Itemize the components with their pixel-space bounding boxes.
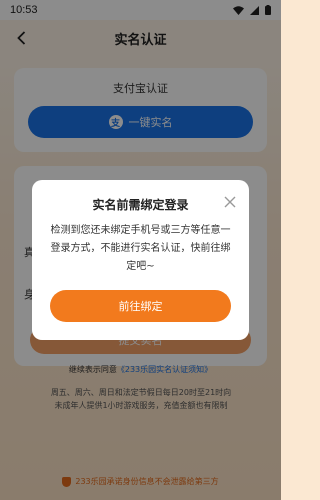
close-icon	[224, 196, 236, 208]
go-bind-label: 前往绑定	[118, 300, 163, 313]
dialog-message: 检测到您还未绑定手机号或三方等任意一登录方式，不能进行实名认证，快前往绑定吧~	[50, 225, 231, 272]
bind-login-dialog: 实名前需绑定登录 检测到您还未绑定手机号或三方等任意一登录方式，不能进行实名认证…	[32, 180, 249, 340]
dialog-close-button[interactable]	[223, 194, 237, 208]
dialog-title: 实名前需绑定登录	[92, 198, 189, 212]
go-bind-button[interactable]: 前往绑定	[50, 290, 231, 322]
